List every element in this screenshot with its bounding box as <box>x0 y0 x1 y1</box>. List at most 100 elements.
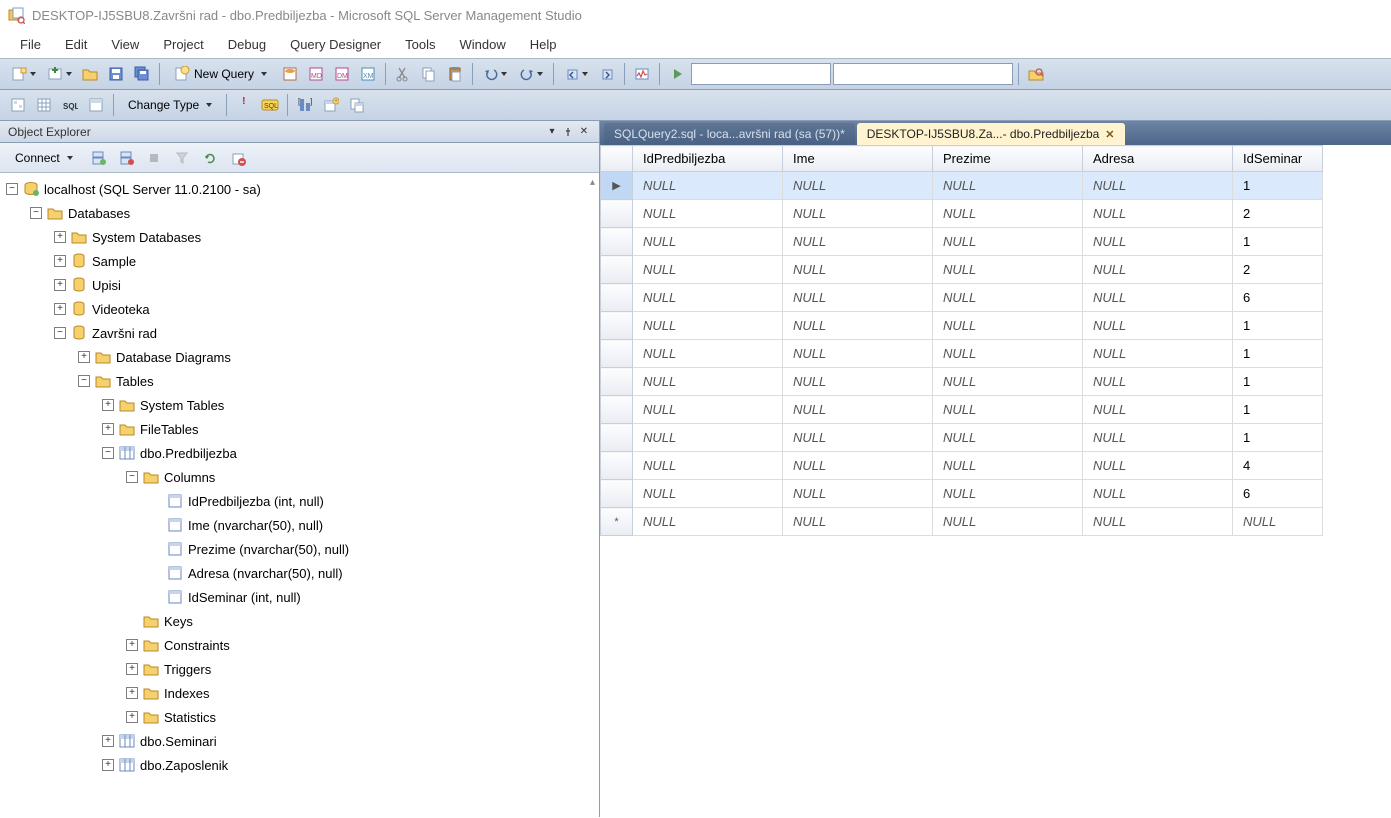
connect-button[interactable]: Connect <box>6 146 82 170</box>
show-sql-pane-button[interactable]: SQL <box>58 93 82 117</box>
find-button[interactable] <box>1024 62 1048 86</box>
cell[interactable]: 4 <box>1233 452 1323 480</box>
cell[interactable]: 1 <box>1233 396 1323 424</box>
cell[interactable]: NULL <box>783 368 933 396</box>
cell[interactable]: NULL <box>783 312 933 340</box>
row-header[interactable] <box>601 396 633 424</box>
cell[interactable]: NULL <box>1083 368 1233 396</box>
cell[interactable]: NULL <box>783 172 933 200</box>
table-row[interactable]: *NULLNULLNULLNULLNULL <box>601 508 1323 536</box>
column-header-idseminar[interactable]: IdSeminar <box>1233 146 1323 172</box>
expander-icon[interactable]: + <box>54 255 66 267</box>
tree-system-databases[interactable]: + System Databases <box>0 225 599 249</box>
cell[interactable]: 1 <box>1233 340 1323 368</box>
cell[interactable]: NULL <box>633 396 783 424</box>
cell[interactable]: NULL <box>633 284 783 312</box>
delete-connection-icon[interactable] <box>226 146 250 170</box>
cell[interactable]: NULL <box>783 228 933 256</box>
tree-indexes[interactable]: + Indexes <box>0 681 599 705</box>
table-row[interactable]: NULLNULLNULLNULL4 <box>601 452 1323 480</box>
table-row[interactable]: NULLNULLNULLNULL1 <box>601 312 1323 340</box>
execute-sql-button[interactable]: ! <box>232 93 256 117</box>
tab-predbiljezba[interactable]: DESKTOP-IJ5SBU8.Za...- dbo.Predbiljezba … <box>857 123 1125 145</box>
change-type-button[interactable]: Change Type <box>119 93 221 117</box>
tree-db-sample[interactable]: + Sample <box>0 249 599 273</box>
mdx-query-icon[interactable]: MD <box>304 62 328 86</box>
cell[interactable]: NULL <box>633 452 783 480</box>
table-row[interactable]: NULLNULLNULLNULL1 <box>601 228 1323 256</box>
cell[interactable]: 1 <box>1233 368 1323 396</box>
menu-project[interactable]: Project <box>153 33 213 56</box>
show-criteria-pane-button[interactable] <box>32 93 56 117</box>
cell[interactable]: NULL <box>633 424 783 452</box>
cell[interactable]: 6 <box>1233 480 1323 508</box>
expander-icon[interactable]: + <box>126 687 138 699</box>
debug-config-combo[interactable] <box>833 63 1013 85</box>
cell[interactable]: 2 <box>1233 200 1323 228</box>
navigate-forward-button[interactable] <box>595 62 619 86</box>
cell[interactable]: NULL <box>933 200 1083 228</box>
tree-tables[interactable]: − Tables <box>0 369 599 393</box>
row-header[interactable] <box>601 200 633 228</box>
cell[interactable]: 2 <box>1233 256 1323 284</box>
row-header[interactable] <box>601 340 633 368</box>
cell[interactable]: NULL <box>933 256 1083 284</box>
table-row[interactable]: NULLNULLNULLNULL6 <box>601 480 1323 508</box>
cell[interactable]: NULL <box>1083 480 1233 508</box>
cell[interactable]: NULL <box>633 172 783 200</box>
cell[interactable]: NULL <box>1083 228 1233 256</box>
cell[interactable]: NULL <box>783 452 933 480</box>
connect-server-icon[interactable] <box>86 146 110 170</box>
row-header[interactable] <box>601 228 633 256</box>
tree-databases[interactable]: − Databases <box>0 201 599 225</box>
tree-table-zaposlenik[interactable]: + dbo.Zaposlenik <box>0 753 599 777</box>
table-row[interactable]: NULLNULLNULLNULL1 <box>601 424 1323 452</box>
row-header[interactable] <box>601 256 633 284</box>
row-header[interactable] <box>601 480 633 508</box>
cell[interactable]: NULL <box>633 312 783 340</box>
show-diagram-pane-button[interactable] <box>6 93 30 117</box>
cell[interactable]: NULL <box>933 424 1083 452</box>
tab-sqlquery2[interactable]: SQLQuery2.sql - loca...avršni rad (sa (5… <box>604 123 855 145</box>
cell[interactable]: NULL <box>1083 396 1233 424</box>
cell[interactable]: NULL <box>783 200 933 228</box>
cell[interactable]: NULL <box>933 312 1083 340</box>
paste-button[interactable] <box>443 62 467 86</box>
row-header[interactable] <box>601 452 633 480</box>
panel-dropdown-icon[interactable]: ▾ <box>545 125 559 139</box>
menu-help[interactable]: Help <box>520 33 567 56</box>
table-row[interactable]: NULLNULLNULLNULL1 <box>601 396 1323 424</box>
cell[interactable]: NULL <box>933 228 1083 256</box>
data-grid[interactable]: IdPredbiljezba Ime Prezime Adresa IdSemi… <box>600 145 1391 817</box>
table-row[interactable]: NULLNULLNULLNULL1 <box>601 368 1323 396</box>
add-derived-table-button[interactable] <box>345 93 369 117</box>
tree-system-tables[interactable]: + System Tables <box>0 393 599 417</box>
table-row[interactable]: NULLNULLNULLNULL2 <box>601 200 1323 228</box>
tree-file-tables[interactable]: + FileTables <box>0 417 599 441</box>
cell[interactable]: NULL <box>633 256 783 284</box>
row-header[interactable]: ▶ <box>601 172 633 200</box>
row-header[interactable] <box>601 284 633 312</box>
column-header-prezime[interactable]: Prezime <box>933 146 1083 172</box>
cell[interactable]: 1 <box>1233 228 1323 256</box>
tree-statistics[interactable]: + Statistics <box>0 705 599 729</box>
cell[interactable]: NULL <box>1083 424 1233 452</box>
cell[interactable]: NULL <box>1083 340 1233 368</box>
cell[interactable]: 1 <box>1233 172 1323 200</box>
tree-column-idpredbiljezba[interactable]: IdPredbiljezba (int, null) <box>0 489 599 513</box>
expander-icon[interactable]: + <box>102 399 114 411</box>
verify-sql-button[interactable]: SQL <box>258 93 282 117</box>
add-table-button[interactable]: + <box>319 93 343 117</box>
tree-db-upisi[interactable]: + Upisi <box>0 273 599 297</box>
database-engine-query-icon[interactable] <box>278 62 302 86</box>
row-header[interactable]: * <box>601 508 633 536</box>
expander-icon[interactable]: − <box>78 375 90 387</box>
expander-icon[interactable]: − <box>126 471 138 483</box>
save-all-button[interactable] <box>130 62 154 86</box>
menu-tools[interactable]: Tools <box>395 33 445 56</box>
results-table[interactable]: IdPredbiljezba Ime Prezime Adresa IdSemi… <box>600 145 1323 536</box>
expander-icon[interactable]: + <box>126 663 138 675</box>
xmla-query-icon[interactable]: XM <box>356 62 380 86</box>
new-query-button[interactable]: New Query <box>165 62 276 86</box>
copy-button[interactable] <box>417 62 441 86</box>
